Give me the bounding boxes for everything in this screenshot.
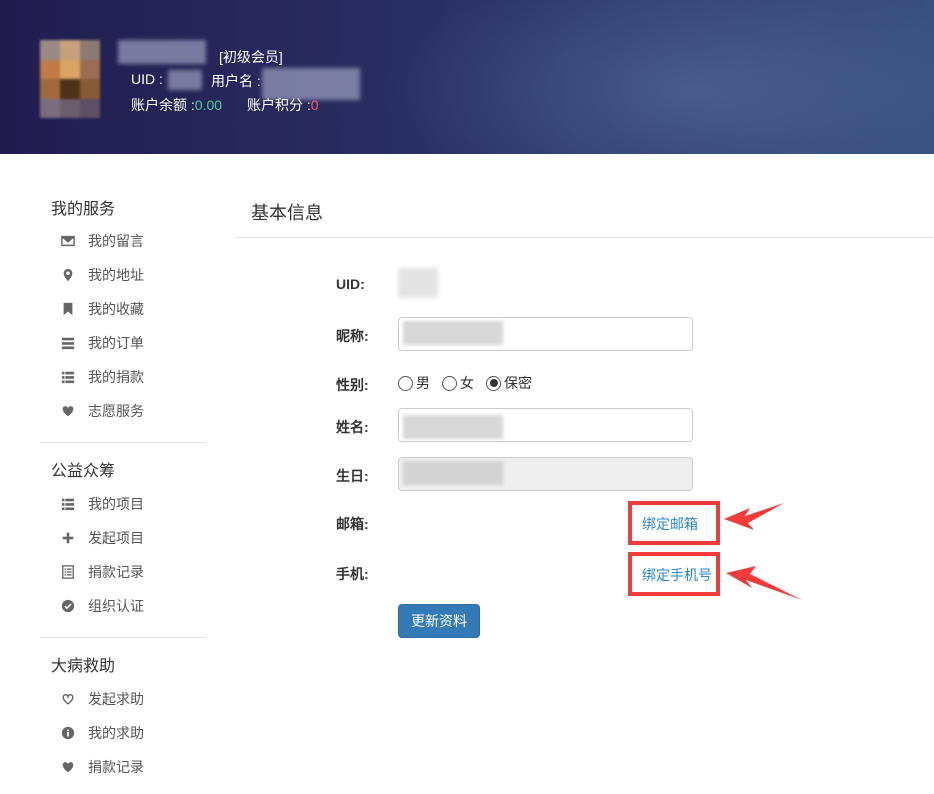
username-label: 用户名 :	[211, 73, 261, 89]
radio-label: 女	[460, 375, 474, 391]
sidebar-item-label: 我的收藏	[88, 301, 144, 317]
sidebar-section-title: 我的服务	[51, 201, 116, 218]
bookmark-icon	[60, 301, 76, 317]
ok-sign-icon	[60, 598, 76, 614]
uid-label: UID :	[131, 71, 163, 87]
header-glow	[380, 0, 934, 154]
plus-icon	[60, 530, 76, 546]
sidebar-item-label: 捐款记录	[88, 759, 144, 775]
server-icon	[60, 335, 76, 351]
sidebar-item-favorites[interactable]: 我的收藏	[40, 292, 206, 326]
avatar	[40, 40, 100, 118]
sidebar-section-title: 大病救助	[51, 658, 116, 675]
sidebar-item-label: 我的地址	[88, 267, 144, 283]
heart-icon	[60, 759, 76, 775]
nickname-field-label: 昵称:	[336, 328, 369, 344]
radio-circle	[442, 375, 457, 391]
sidebar-item-aid-donation-records[interactable]: 捐款记录	[40, 750, 206, 784]
username-redacted	[118, 40, 206, 64]
birthday-input[interactable]	[398, 457, 693, 491]
sidebar-item-orders[interactable]: 我的订单	[40, 326, 206, 360]
phone-field-label: 手机:	[336, 566, 369, 582]
page-title: 基本信息	[251, 203, 323, 223]
sidebar-nav: 我的服务 我的留言 我的地址 我的收藏 我的订单 我的捐款 志愿服务 公益众筹	[40, 190, 206, 794]
balance-label: 账户余额 :0.00	[131, 97, 223, 113]
name-value-redacted	[403, 415, 503, 439]
radio-label: 保密	[504, 375, 532, 391]
phone-arrow-annotation	[726, 566, 802, 600]
sidebar-item-messages[interactable]: 我的留言	[40, 224, 206, 258]
list-icon	[60, 369, 76, 385]
heart-empty-icon	[60, 691, 76, 707]
balance-value: 0.00	[194, 97, 223, 113]
gender-field-label: 性别:	[336, 377, 369, 393]
title-divider	[236, 237, 934, 238]
sidebar-item-label: 我的项目	[88, 496, 144, 512]
uid-field-value-redacted	[398, 268, 438, 298]
sidebar-item-label: 捐款记录	[88, 564, 144, 580]
radio-circle	[398, 375, 413, 391]
name-input[interactable]	[398, 408, 693, 442]
sidebar-item-donations[interactable]: 我的捐款	[40, 360, 206, 394]
gender-radio-group: 男 女 保密	[398, 373, 544, 393]
radio-circle-selected	[486, 375, 501, 391]
radio-label: 男	[416, 375, 430, 391]
bind-phone-link[interactable]: 绑定手机号	[642, 565, 712, 585]
email-field-label: 邮箱:	[336, 516, 369, 532]
profile-header: [初级会员] UID : 用户名 : 账户余额 :0.00 账户积分 :0	[0, 0, 934, 154]
sidebar-section-illness-aid: 大病救助 发起求助 我的求助 捐款记录	[40, 652, 206, 794]
sidebar-item-request-help[interactable]: 发起求助	[40, 682, 206, 716]
sidebar-section-crowdfunding: 公益众筹 我的项目 发起项目 捐款记录 组织认证	[40, 457, 206, 638]
gender-radio-secret[interactable]: 保密	[486, 373, 532, 393]
nickname-input[interactable]	[398, 317, 693, 351]
list-icon	[60, 496, 76, 512]
sidebar-item-address[interactable]: 我的地址	[40, 258, 206, 292]
gender-radio-female[interactable]: 女	[442, 373, 474, 393]
points-value: 0	[310, 97, 319, 113]
heart-icon	[60, 403, 76, 419]
map-marker-icon	[60, 267, 76, 283]
uid-field-label: UID:	[336, 276, 365, 292]
sidebar-item-donation-records[interactable]: 捐款记录	[40, 555, 206, 589]
birthday-field-label: 生日:	[336, 468, 369, 484]
uid-redacted	[168, 70, 202, 90]
sidebar-item-label: 志愿服务	[88, 403, 144, 419]
sidebar-item-label: 组织认证	[88, 598, 144, 614]
sidebar-item-my-projects[interactable]: 我的项目	[40, 487, 206, 521]
sidebar-item-start-project[interactable]: 发起项目	[40, 521, 206, 555]
envelope-icon	[60, 233, 76, 249]
sidebar-item-label: 我的留言	[88, 233, 144, 249]
sidebar-section-my-services: 我的服务 我的留言 我的地址 我的收藏 我的订单 我的捐款 志愿服务	[40, 190, 206, 443]
sidebar-item-my-requests[interactable]: 我的求助	[40, 716, 206, 750]
sidebar-section-title: 公益众筹	[51, 463, 116, 480]
update-profile-button[interactable]: 更新资料	[398, 604, 480, 638]
points-label: 账户积分 :0	[247, 97, 319, 113]
birthday-value-redacted	[403, 461, 503, 485]
sidebar-item-org-verify[interactable]: 组织认证	[40, 589, 206, 623]
name-field-label: 姓名:	[336, 419, 369, 435]
sidebar-item-label: 发起项目	[88, 530, 144, 546]
email-arrow-annotation	[724, 503, 784, 530]
sidebar-item-volunteer[interactable]: 志愿服务	[40, 394, 206, 428]
info-sign-icon	[60, 725, 76, 741]
bind-email-link[interactable]: 绑定邮箱	[642, 514, 698, 534]
sidebar-item-label: 我的求助	[88, 725, 144, 741]
sidebar-item-label: 发起求助	[88, 691, 144, 707]
list-alt-icon	[60, 564, 76, 580]
sidebar-item-label: 我的捐款	[88, 369, 144, 385]
gender-radio-male[interactable]: 男	[398, 373, 430, 393]
nickname-value-redacted	[403, 321, 503, 345]
member-level: [初级会员]	[219, 49, 283, 65]
sidebar-item-label: 我的订单	[88, 335, 144, 351]
